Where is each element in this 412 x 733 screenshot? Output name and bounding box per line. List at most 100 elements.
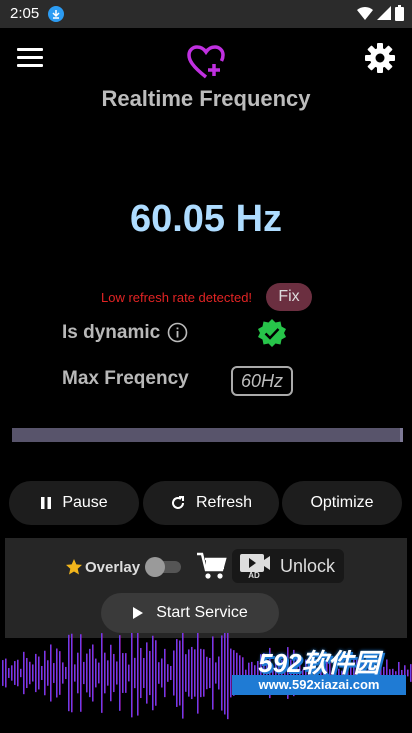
wave-bar (53, 663, 55, 683)
download-icon (48, 6, 64, 22)
wave-bar (80, 634, 82, 712)
wave-bar (194, 649, 196, 697)
gear-icon[interactable] (364, 42, 396, 74)
wave-bar (95, 658, 97, 688)
wave-bar (167, 664, 169, 682)
refresh-button[interactable]: Refresh (143, 481, 279, 525)
pause-button[interactable]: Pause (9, 481, 139, 525)
status-time: 2:05 (10, 5, 40, 22)
overlay-label: Overlay (85, 558, 141, 576)
wave-bar (11, 665, 13, 681)
start-service-label: Start Service (156, 604, 248, 621)
wave-bar (143, 657, 145, 689)
heart-plus-icon (187, 45, 225, 79)
wave-bar (179, 640, 181, 706)
frequency-bar (12, 428, 403, 442)
wave-bar (137, 630, 139, 716)
status-bar: 2:05 (0, 0, 412, 28)
wave-bar (140, 647, 142, 699)
fix-button[interactable]: Fix (266, 283, 312, 311)
info-icon[interactable] (167, 322, 188, 343)
wave-bar (23, 651, 25, 695)
wave-bar (149, 650, 151, 696)
wave-bar (89, 648, 91, 698)
start-service-button[interactable]: Start Service (101, 593, 279, 633)
wave-bar (98, 662, 100, 684)
watermark-sub: www.592xiazai.com (232, 675, 406, 695)
signal-icon (377, 6, 391, 20)
wave-bar (200, 648, 202, 698)
unlock-button[interactable]: AD Unlock (232, 549, 344, 583)
wave-bar (197, 632, 199, 714)
wave-bar (65, 666, 67, 680)
max-frequency-value: 60Hz (231, 366, 293, 396)
wave-bar (56, 648, 58, 698)
wave-bar (20, 668, 22, 678)
wave-bar (125, 653, 127, 693)
wave-bar (212, 636, 214, 710)
wave-bar (185, 654, 187, 692)
wave-bar (224, 631, 226, 715)
wave-bar (215, 662, 217, 684)
wave-bar (134, 657, 136, 689)
wave-bar (2, 660, 4, 686)
pause-icon (41, 497, 52, 509)
wave-bar (191, 646, 193, 700)
refresh-icon (172, 496, 184, 509)
wave-bar (221, 635, 223, 711)
page-title: Realtime Frequency (101, 86, 311, 111)
wave-bar (113, 653, 115, 693)
wave-bar (14, 661, 16, 685)
overlay-toggle[interactable] (145, 557, 181, 577)
pause-label: Pause (62, 494, 108, 511)
unlock-label: Unlock (280, 555, 336, 576)
wave-bar (182, 627, 184, 719)
wave-bar (17, 659, 19, 687)
wave-bar (155, 640, 157, 706)
wave-bar (62, 662, 64, 684)
star-icon (66, 559, 82, 575)
battery-icon (395, 5, 404, 21)
max-frequency-label: Max Freqency (62, 368, 189, 389)
wave-bar (128, 664, 130, 682)
refresh-label: Refresh (195, 494, 253, 511)
wave-bar (44, 650, 46, 696)
wave-bar (86, 653, 88, 693)
wave-bar (173, 650, 175, 696)
wave-bar (161, 658, 163, 688)
wave-bar (35, 653, 37, 693)
menu-icon[interactable] (17, 48, 43, 68)
wave-bar (152, 635, 154, 711)
wave-bar (218, 656, 220, 690)
wave-bar (32, 664, 34, 682)
wave-bar (47, 660, 49, 686)
wave-bar (104, 652, 106, 694)
wave-bar (206, 656, 208, 690)
wave-bar (71, 633, 73, 713)
wave-bar (8, 668, 10, 678)
video-ad-icon: AD (240, 554, 270, 579)
optimize-button[interactable]: Optimize (282, 481, 402, 525)
wifi-icon (357, 7, 373, 20)
wave-bar (116, 661, 118, 685)
wave-bar (41, 665, 43, 681)
wave-bar (68, 634, 70, 712)
play-icon (133, 607, 144, 619)
wave-bar (110, 644, 112, 702)
cart-icon[interactable] (196, 551, 228, 581)
wave-bar (77, 652, 79, 694)
wave-bar (5, 658, 7, 688)
wave-bar (170, 665, 172, 681)
optimize-label: Optimize (310, 494, 374, 511)
wave-bar (158, 662, 160, 684)
wave-bar (38, 656, 40, 690)
ad-badge: AD (248, 571, 260, 579)
watermark: 592软件园 www.592xiazai.com (228, 643, 410, 699)
wave-bar (92, 644, 94, 702)
frequency-readout: 60.05 Hz (129, 198, 283, 240)
wave-bar (122, 653, 124, 693)
wave-bar (146, 642, 148, 704)
wave-bar (119, 635, 121, 711)
warning-text: Low refresh rate detected! (101, 290, 253, 305)
wave-bar (83, 661, 85, 685)
